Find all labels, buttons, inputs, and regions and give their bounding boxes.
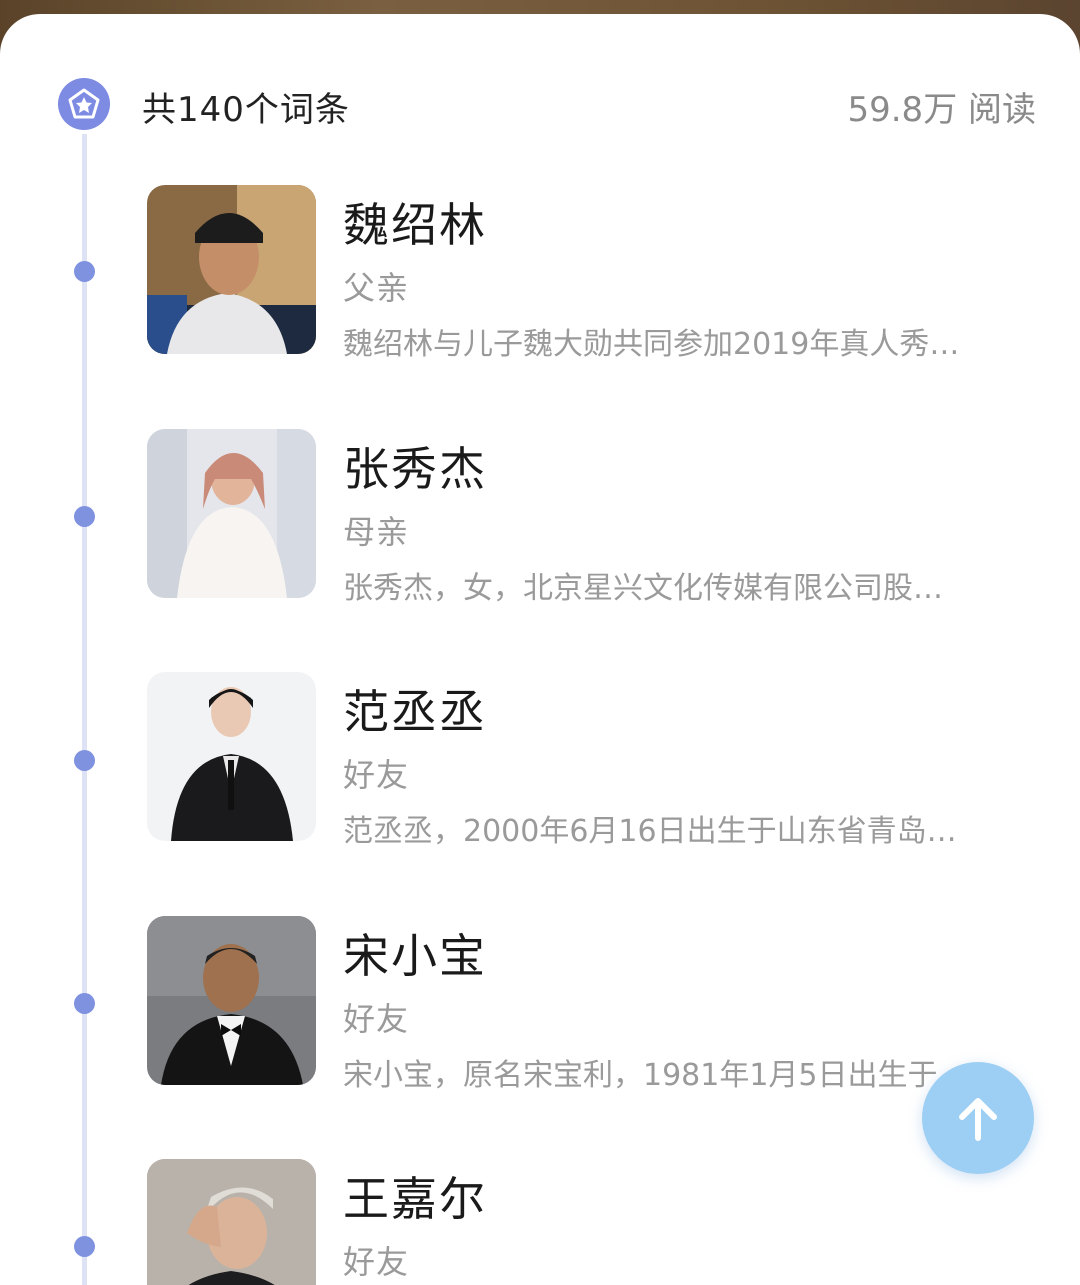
entry-name: 宋小宝 bbox=[343, 929, 487, 983]
timeline-dot bbox=[74, 261, 95, 282]
timeline-dot bbox=[74, 750, 95, 771]
entry-name: 魏绍林 bbox=[343, 198, 487, 252]
list-item[interactable]: 王嘉尔 好友 bbox=[0, 1159, 1080, 1285]
entry-count-title: 共140个词条 bbox=[142, 90, 350, 130]
entry-relation: 母亲 bbox=[343, 513, 410, 551]
pentagon-star-icon bbox=[58, 78, 110, 130]
entry-description: 范丞丞，2000年6月16日出生于山东省青岛… bbox=[343, 814, 957, 849]
list-item[interactable]: 魏绍林 父亲 魏绍林与儿子魏大勋共同参加2019年真人秀… bbox=[0, 185, 1080, 362]
list-item[interactable]: 张秀杰 母亲 张秀杰，女，北京星兴文化传媒有限公司股… bbox=[0, 429, 1080, 606]
entry-description: 张秀杰，女，北京星兴文化传媒有限公司股… bbox=[343, 571, 943, 606]
avatar bbox=[147, 672, 316, 841]
scroll-to-top-button[interactable] bbox=[922, 1062, 1034, 1174]
list-item[interactable]: 范丞丞 好友 范丞丞，2000年6月16日出生于山东省青岛… bbox=[0, 672, 1080, 849]
entry-relation: 父亲 bbox=[343, 269, 410, 307]
timeline-dot bbox=[74, 1236, 95, 1257]
timeline-dot bbox=[74, 506, 95, 527]
avatar bbox=[147, 916, 316, 1085]
avatar bbox=[147, 185, 316, 354]
entry-name: 王嘉尔 bbox=[343, 1172, 487, 1226]
read-count: 59.8万 阅读 bbox=[847, 90, 1036, 130]
entry-relation: 好友 bbox=[343, 1000, 410, 1038]
arrow-up-icon bbox=[959, 1098, 997, 1141]
relations-card: 共140个词条 59.8万 阅读 魏绍林 父亲 魏绍林与儿子魏大勋共同参加201… bbox=[0, 14, 1080, 1285]
timeline-dot bbox=[74, 993, 95, 1014]
avatar bbox=[147, 429, 316, 598]
entry-relation: 好友 bbox=[343, 756, 410, 794]
list-item[interactable]: 宋小宝 好友 宋小宝，原名宋宝利，1981年1月5日出生于… bbox=[0, 916, 1080, 1093]
entry-name: 张秀杰 bbox=[343, 442, 487, 496]
avatar bbox=[147, 1159, 316, 1285]
entry-relation: 好友 bbox=[343, 1243, 410, 1281]
entry-name: 范丞丞 bbox=[343, 685, 487, 739]
entry-description: 魏绍林与儿子魏大勋共同参加2019年真人秀… bbox=[343, 327, 960, 362]
